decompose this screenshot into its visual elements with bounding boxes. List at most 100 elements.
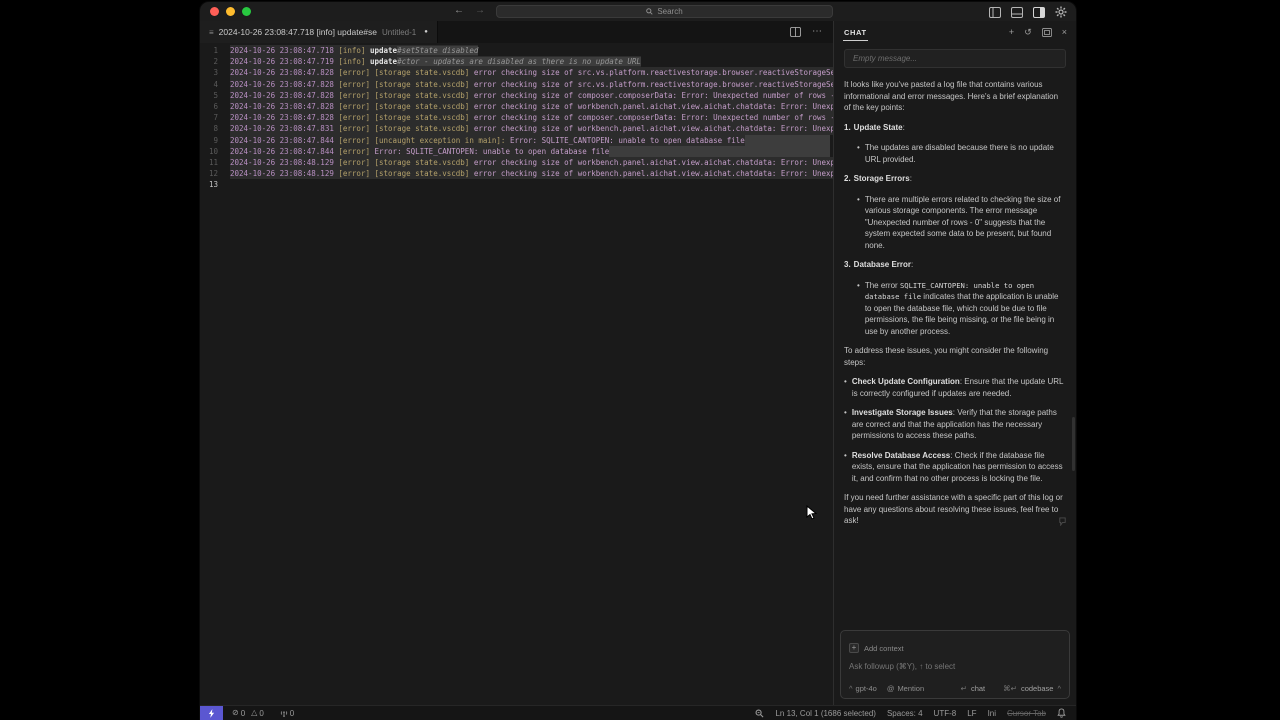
toggle-bottom-panel-icon[interactable] bbox=[1011, 6, 1023, 18]
chat-block: • Check Update Configuration: Ensure that… bbox=[844, 377, 1064, 398]
chat-message: It looks like you've pasted a log file t… bbox=[844, 79, 1066, 527]
cursor-position[interactable]: Ln 13, Col 1 (1686 selected) bbox=[775, 709, 876, 718]
line-number: 6 bbox=[213, 101, 218, 111]
editor-actions: ⋯ bbox=[790, 21, 833, 43]
mouse-pointer bbox=[806, 505, 818, 520]
eol-sequence[interactable]: LF bbox=[967, 709, 976, 718]
split-editor-icon[interactable] bbox=[790, 27, 801, 37]
close-chat-icon[interactable]: × bbox=[1062, 27, 1067, 37]
chat-block: 2. Storage Errors: bbox=[844, 174, 912, 183]
traffic-lights bbox=[210, 7, 251, 16]
log-line[interactable]: 8 2024-10-26 23:08:47.831 [error] [storag… bbox=[200, 123, 833, 135]
log-line[interactable]: 7 2024-10-26 23:08:47.828 [error] [storag… bbox=[200, 112, 833, 124]
layout-controls bbox=[989, 6, 1067, 18]
followup-placeholder: Ask followup (⌘Y), ↑ to select bbox=[849, 662, 956, 671]
code-editor[interactable]: 1 2024-10-26 23:08:47.718 [info] update#s… bbox=[200, 43, 833, 705]
notifications-bell-icon[interactable] bbox=[1057, 708, 1066, 718]
line-number: 5 bbox=[213, 90, 218, 100]
log-line[interactable]: 9 2024-10-26 23:08:47.844 [error] [uncaug… bbox=[200, 134, 833, 146]
expand-chat-icon[interactable] bbox=[1041, 27, 1052, 37]
chat-block: • The error SQLITE_CANTOPEN: unable to op… bbox=[857, 280, 1059, 336]
chat-header: CHAT + ↺ × bbox=[834, 21, 1076, 43]
codebase-submit-hint[interactable]: codebase bbox=[1021, 684, 1054, 693]
unsaved-dot-icon[interactable]: ● bbox=[424, 29, 428, 35]
line-number: 12 bbox=[208, 169, 218, 179]
forward-button[interactable]: → bbox=[475, 5, 485, 17]
tab-label: 2024-10-26 23:08:47.718 [info] update#se bbox=[218, 27, 377, 37]
chat-block: 3. Database Error: bbox=[844, 260, 914, 269]
minimize-window-button[interactable] bbox=[226, 7, 235, 16]
line-number: 10 bbox=[208, 146, 218, 156]
chat-block: To address these issues, you might consi… bbox=[844, 346, 1049, 367]
encoding[interactable]: UTF-8 bbox=[934, 709, 957, 718]
chat-block: • There are multiple errors related to ch… bbox=[857, 194, 1061, 250]
line-number: 8 bbox=[213, 124, 218, 134]
message-action-icon[interactable] bbox=[1058, 517, 1067, 526]
log-line[interactable]: 10 2024-10-26 23:08:47.844 [error] Error:… bbox=[200, 145, 833, 157]
zoom-icon[interactable] bbox=[755, 709, 764, 718]
chat-block: It looks like you've pasted a log file t… bbox=[844, 80, 1059, 112]
line-number: 4 bbox=[213, 79, 218, 89]
log-line[interactable]: 4 2024-10-26 23:08:47.828 [error] [storag… bbox=[200, 78, 833, 90]
chevron-up-icon: ^ bbox=[849, 684, 853, 693]
editor-lines: 1 2024-10-26 23:08:47.718 [info] update#s… bbox=[200, 45, 833, 190]
log-line[interactable]: 12 2024-10-26 23:08:48.129 [error] [stora… bbox=[200, 168, 833, 180]
global-search-box[interactable]: Search bbox=[496, 5, 833, 18]
line-number: 11 bbox=[208, 157, 218, 167]
chevron-up-icon[interactable]: ^ bbox=[1057, 684, 1061, 693]
chat-block: • Resolve Database Access: Check if the d… bbox=[844, 450, 1063, 483]
indentation[interactable]: Spaces: 4 bbox=[887, 709, 923, 718]
tab-chat[interactable]: CHAT bbox=[843, 24, 868, 41]
editor-tab-bar: ≡ 2024-10-26 23:08:47.718 [info] update#… bbox=[200, 21, 833, 43]
editor-tab-untitled-1[interactable]: ≡ 2024-10-26 23:08:47.718 [info] update#… bbox=[200, 21, 438, 43]
selection-highlight-block bbox=[744, 134, 830, 146]
cursor-tab-toggle[interactable]: Cursor Tab bbox=[1007, 709, 1046, 718]
chat-block: 1. Update State: bbox=[844, 122, 905, 132]
desktop: { "title_bar": { "search_placeholder": "… bbox=[0, 0, 1280, 720]
empty-message-box[interactable]: Empty message... bbox=[844, 49, 1066, 68]
remote-indicator-button[interactable] bbox=[200, 706, 223, 720]
mention-button[interactable]: @ Mention bbox=[887, 684, 924, 693]
chat-block: • Investigate Storage Issues: Verify that… bbox=[844, 408, 1057, 440]
new-chat-icon[interactable]: + bbox=[1009, 27, 1014, 37]
status-left: ⊘ 0 △ 0 0 bbox=[223, 709, 294, 718]
log-line[interactable]: 6 2024-10-26 23:08:47.828 [error] [storag… bbox=[200, 100, 833, 113]
model-selector[interactable]: ^ gpt-4o bbox=[849, 684, 877, 693]
at-icon: @ bbox=[886, 684, 895, 693]
app-window: ← → Search ≡ 2024-10-26 23:08:47.718 [in… bbox=[200, 2, 1076, 720]
radio-tower-icon bbox=[280, 711, 287, 717]
chat-history-icon[interactable]: ↺ bbox=[1024, 27, 1032, 37]
settings-gear-icon[interactable] bbox=[1055, 6, 1067, 18]
log-line[interactable]: 5 2024-10-26 23:08:47.828 [error] [storag… bbox=[200, 89, 833, 101]
chat-footer: + Add context Ask followup (⌘Y), ↑ to se… bbox=[834, 630, 1076, 705]
log-line[interactable]: 13 bbox=[200, 179, 833, 190]
problems-indicator[interactable]: ⊘ 0 △ 0 bbox=[232, 709, 264, 718]
maximize-window-button[interactable] bbox=[242, 7, 251, 16]
chat-panel: CHAT + ↺ × Empty message... It looks lik… bbox=[834, 21, 1076, 705]
ports-indicator[interactable]: 0 bbox=[280, 709, 294, 718]
more-actions-icon[interactable]: ⋯ bbox=[812, 27, 822, 37]
toggle-right-panel-icon[interactable] bbox=[1033, 6, 1045, 18]
status-bar: ⊘ 0 △ 0 0 Ln 13, Col 1 (1686 selected) S… bbox=[200, 705, 1076, 720]
log-line[interactable]: 1 2024-10-26 23:08:47.718 [info] update#s… bbox=[200, 45, 833, 57]
log-line[interactable]: 11 2024-10-26 23:08:48.129 [error] [stora… bbox=[200, 156, 833, 169]
chat-input-toolbar: ^ gpt-4o @ Mention ↵ chat ⌘↵ codebase ^ bbox=[849, 684, 1061, 693]
line-number: 9 bbox=[213, 135, 218, 145]
title-bar: ← → Search bbox=[200, 2, 1076, 21]
log-line[interactable]: 3 2024-10-26 23:08:47.828 [error] [storag… bbox=[200, 67, 833, 79]
chat-input-box[interactable]: + Add context Ask followup (⌘Y), ↑ to se… bbox=[840, 630, 1070, 699]
file-icon: ≡ bbox=[209, 27, 214, 37]
empty-message-placeholder: Empty message... bbox=[853, 54, 918, 63]
chat-submit-hint[interactable]: chat bbox=[971, 684, 985, 693]
log-line[interactable]: 2 2024-10-26 23:08:47.719 [info] update#c… bbox=[200, 56, 833, 68]
language-mode[interactable]: Ini bbox=[988, 709, 996, 718]
close-window-button[interactable] bbox=[210, 7, 219, 16]
back-button[interactable]: ← bbox=[454, 5, 464, 17]
chat-header-actions: + ↺ × bbox=[1009, 27, 1067, 37]
chat-scrollbar[interactable] bbox=[1072, 417, 1075, 471]
plus-icon: + bbox=[849, 643, 859, 653]
chat-block: • The updates are disabled because there … bbox=[857, 143, 1054, 164]
toggle-left-panel-icon[interactable] bbox=[989, 6, 1001, 18]
line-number: 13 bbox=[208, 180, 218, 190]
add-context-chip[interactable]: + Add context bbox=[849, 643, 904, 653]
